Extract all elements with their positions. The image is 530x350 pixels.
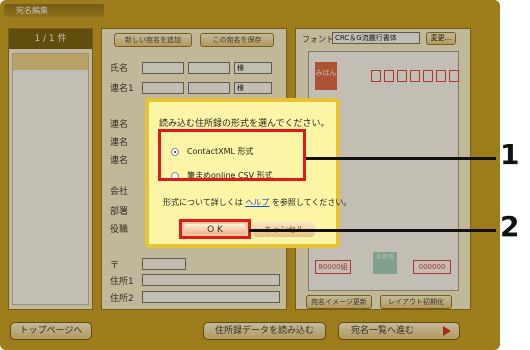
callout-number-1: 1: [500, 138, 520, 171]
callout-line-1: [306, 157, 496, 160]
callout-number-2: 2: [500, 210, 520, 243]
ok-label: O K: [184, 224, 246, 235]
options-highlight: [158, 129, 306, 181]
help-text: 形式について詳しくは ヘルプ を参照してください。: [163, 198, 352, 207]
help-link[interactable]: ヘルプ: [245, 198, 269, 207]
callout-line-2: [249, 229, 496, 232]
ok-button[interactable]: O K: [179, 219, 251, 239]
dialog-question: 読み込む住所録の形式を選んでください。: [159, 119, 330, 129]
